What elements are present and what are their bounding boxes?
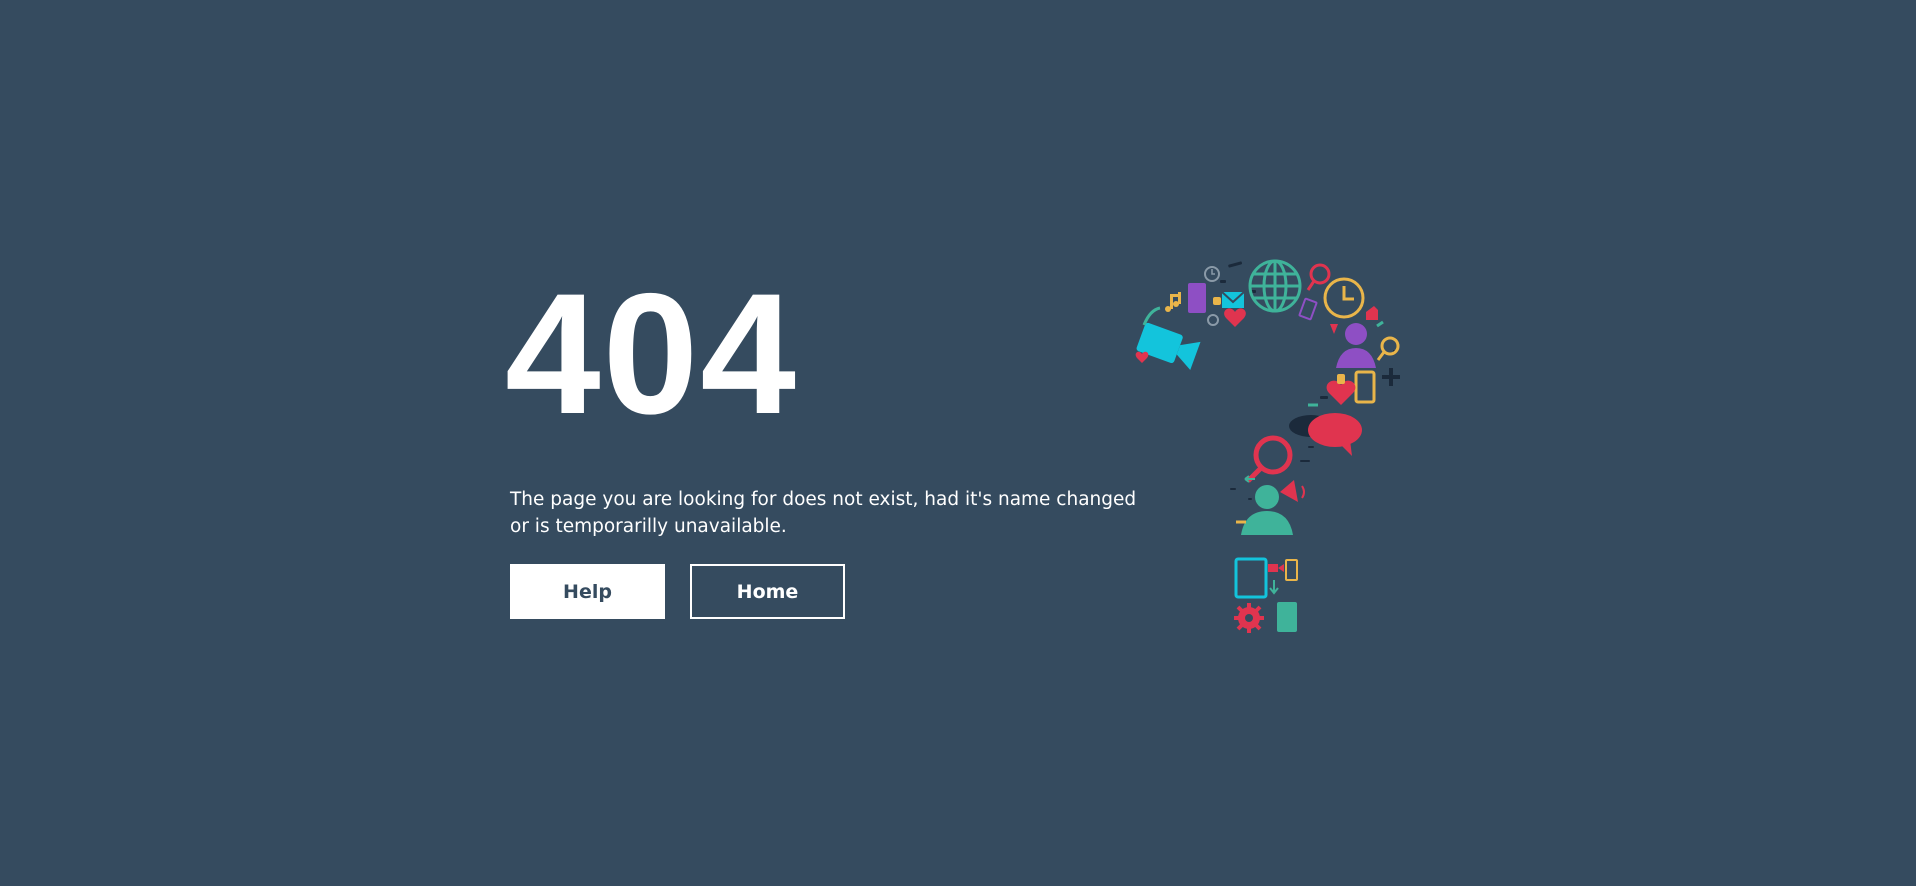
thumbs-up-icon	[1337, 374, 1345, 384]
magnifier-icon	[1306, 263, 1331, 291]
red-triangle-icon	[1330, 324, 1338, 334]
tablet-icon	[1234, 557, 1268, 599]
envelope-icon	[1221, 291, 1245, 308]
question-mark-illustration	[1135, 259, 1400, 633]
small-gear-icon	[1207, 314, 1219, 326]
clock-small-icon	[1204, 266, 1220, 282]
thumbs-up-icon	[1213, 297, 1221, 305]
speech-bubble-icon	[1308, 413, 1362, 456]
phone-icon	[1277, 602, 1297, 632]
magnifier-icon	[1376, 336, 1400, 361]
magnifier-icon	[1246, 435, 1293, 483]
error-code: 404	[505, 258, 798, 450]
cyan-arc-icon	[1142, 306, 1161, 326]
gear-icon	[1234, 603, 1264, 633]
globe-icon	[1248, 259, 1302, 313]
megaphone-icon	[1280, 480, 1298, 502]
video-camera-icon	[1268, 564, 1284, 572]
decorative-dashes	[1220, 261, 1397, 500]
home-button[interactable]: Home	[690, 564, 845, 619]
sound-wave-icon	[1301, 485, 1305, 499]
document-icon	[1188, 283, 1206, 313]
tablet-outline-icon	[1298, 297, 1318, 321]
heart-icon	[1326, 380, 1356, 405]
thumbs-up-icon	[1366, 306, 1378, 320]
clock-icon	[1323, 277, 1365, 319]
arrow-down-icon	[1269, 580, 1279, 595]
heart-icon	[1224, 308, 1246, 327]
video-camera-icon	[1136, 322, 1201, 371]
plus-icon	[1382, 368, 1400, 386]
help-button[interactable]: Help	[510, 564, 665, 619]
phone-icon	[1285, 559, 1298, 581]
phone-icon	[1354, 370, 1376, 404]
error-message: The page you are looking for does not ex…	[510, 489, 1137, 537]
leaf-icon	[1376, 320, 1384, 328]
person-icon	[1336, 323, 1376, 368]
music-note-icon	[1165, 292, 1181, 312]
heart-icon	[1135, 351, 1149, 363]
